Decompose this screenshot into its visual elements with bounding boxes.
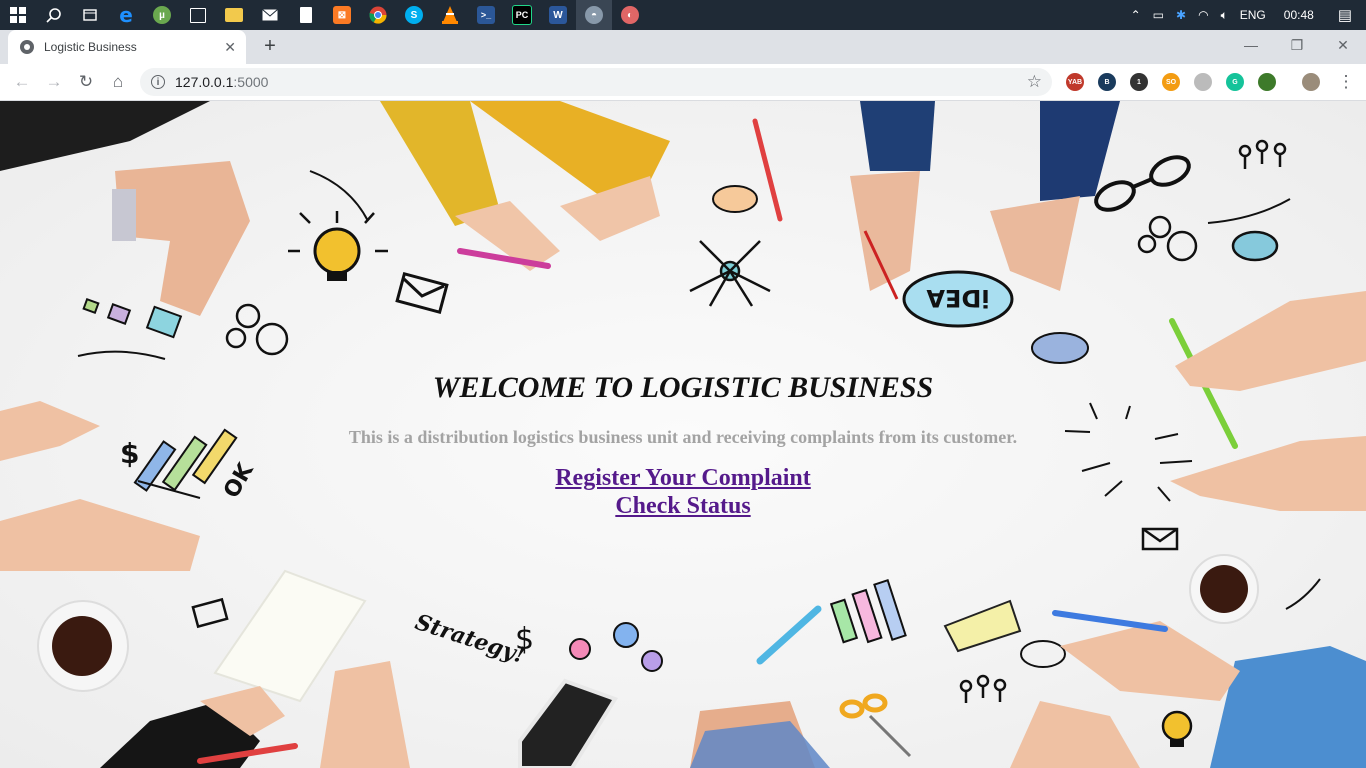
main-content: WELCOME TO LOGISTIC BUSINESS This is a d…	[0, 371, 1366, 520]
envelope-icon	[943, 599, 1022, 653]
shirt-cuff	[112, 189, 136, 241]
box-extension-icon[interactable]: 1	[1130, 73, 1148, 91]
glasses-icon	[1094, 155, 1191, 212]
url-text[interactable]: 127.0.0.1:5000	[175, 74, 268, 90]
hand	[1010, 701, 1140, 768]
address-bar[interactable]: i 127.0.0.1:5000 ☆	[140, 68, 1052, 96]
store-icon[interactable]	[180, 0, 216, 30]
bookmark-star-icon[interactable]: ☆	[1027, 72, 1042, 92]
clock[interactable]: 00:48	[1284, 8, 1314, 22]
envelope-icon	[395, 271, 449, 315]
windows-start-icon[interactable]	[0, 0, 36, 30]
home-button[interactable]: ⌂	[106, 70, 130, 94]
hand	[320, 661, 410, 768]
svg-text:iDEA: iDEA	[926, 284, 990, 312]
wifi-icon[interactable]: ◠	[1198, 8, 1208, 22]
envelope-icon	[191, 597, 229, 629]
arm-sleeve	[0, 101, 210, 171]
dollar-sign: $	[515, 622, 534, 657]
forward-button[interactable]: →	[42, 70, 66, 94]
profile-avatar-icon[interactable]	[1302, 73, 1320, 91]
yab-extension-icon[interactable]: YAB	[1066, 73, 1084, 91]
language-indicator[interactable]: ENG	[1240, 8, 1266, 22]
close-window-button[interactable]: ✕	[1320, 30, 1366, 60]
grammarly-extension-icon[interactable]: G	[1226, 73, 1244, 91]
app-icon[interactable]: ◓	[576, 0, 612, 30]
page-subtitle: This is a distribution logistics busines…	[348, 427, 1018, 447]
vlc-icon[interactable]	[432, 0, 468, 30]
xampp-icon[interactable]: ⊠	[324, 0, 360, 30]
moon-extension-icon[interactable]	[1194, 73, 1212, 91]
torrent-icon[interactable]: µ	[144, 0, 180, 30]
file-explorer-icon[interactable]	[216, 0, 252, 30]
menu-kebab-icon[interactable]: ⋮	[1334, 70, 1358, 94]
volume-icon[interactable]: 🔈︎	[1221, 8, 1228, 23]
hand	[990, 196, 1080, 291]
info-icon[interactable]: i	[151, 75, 165, 89]
bar-chart-doodle	[829, 578, 907, 644]
check-status-link[interactable]: Check Status	[0, 492, 1366, 520]
task-view-icon[interactable]	[72, 0, 108, 30]
action-links: Register Your Complaint Check Status	[0, 464, 1366, 520]
b-extension-icon[interactable]: B	[1098, 73, 1116, 91]
restore-button[interactable]: ❐	[1274, 30, 1320, 60]
arm-sleeve	[380, 101, 500, 226]
bluetooth-icon[interactable]: ✱	[1176, 8, 1186, 22]
marker	[752, 118, 783, 222]
battery-icon[interactable]: ▭	[1153, 8, 1164, 22]
chevron-up-icon[interactable]: ⌃	[1131, 8, 1141, 22]
marker	[1052, 610, 1168, 632]
browser-toolbar: ← → ↻ ⌂ i 127.0.0.1:5000 ☆ YAB B 1 SO G ⋮	[0, 64, 1366, 101]
smartphone	[518, 678, 619, 768]
minimize-button[interactable]: —	[1228, 30, 1274, 60]
so-extension-icon[interactable]: SO	[1162, 73, 1180, 91]
back-button[interactable]: ←	[10, 70, 34, 94]
powershell-icon[interactable]: >_	[468, 0, 504, 30]
network-icon	[689, 240, 771, 307]
globe-icon	[20, 40, 34, 54]
scissors-icon	[839, 693, 912, 758]
register-complaint-link[interactable]: Register Your Complaint	[0, 464, 1366, 492]
lightbulb-icon	[288, 211, 388, 281]
lightbulb-icon	[1161, 710, 1193, 747]
paint-icon[interactable]: ◐	[612, 0, 648, 30]
envelope-icon	[1141, 527, 1179, 551]
chrome-icon[interactable]	[360, 0, 396, 30]
search-icon[interactable]	[36, 0, 72, 30]
mail-icon[interactable]	[252, 0, 288, 30]
page-title: WELCOME TO LOGISTIC BUSINESS	[432, 371, 934, 404]
page-viewport: iDEA $ OK Strategy! $ WELCOME TO LOGISTI…	[0, 101, 1366, 768]
people-icon	[569, 622, 663, 672]
diamond-icons	[82, 297, 183, 339]
notification-icon[interactable]: ▤	[1338, 6, 1352, 24]
globe-extension-icon[interactable]	[1258, 73, 1276, 91]
hand	[1060, 621, 1240, 701]
word-icon[interactable]: W	[540, 0, 576, 30]
strategy-text: Strategy!	[412, 609, 528, 669]
pycharm-icon[interactable]: PC	[504, 0, 540, 30]
system-tray: ⌃ ▭ ✱ ◠ 🔈︎ ENG 00:48 ▤	[1125, 0, 1366, 30]
new-tab-button[interactable]: +	[258, 34, 282, 58]
windows-taskbar: e µ ⊠ S >_ PC W ◓ ◐ ⌃ ▭ ✱ ◠ 🔈︎ ENG 00:48…	[0, 0, 1366, 30]
reload-button[interactable]: ↻	[74, 70, 98, 94]
tab-title: Logistic Business	[44, 40, 137, 54]
close-icon[interactable]: ✕	[224, 39, 236, 56]
arm-sleeve	[1210, 646, 1366, 768]
skype-icon[interactable]: S	[396, 0, 432, 30]
idea-cloud: iDEA	[902, 270, 1014, 328]
edge-icon[interactable]: e	[108, 0, 144, 30]
document-icon[interactable]	[288, 0, 324, 30]
arm-sleeve	[860, 101, 935, 171]
browser-tab-strip: Logistic Business ✕ + — ❐ ✕	[0, 30, 1366, 64]
marker	[756, 605, 822, 665]
tab-logistic-business[interactable]: Logistic Business ✕	[8, 30, 246, 64]
